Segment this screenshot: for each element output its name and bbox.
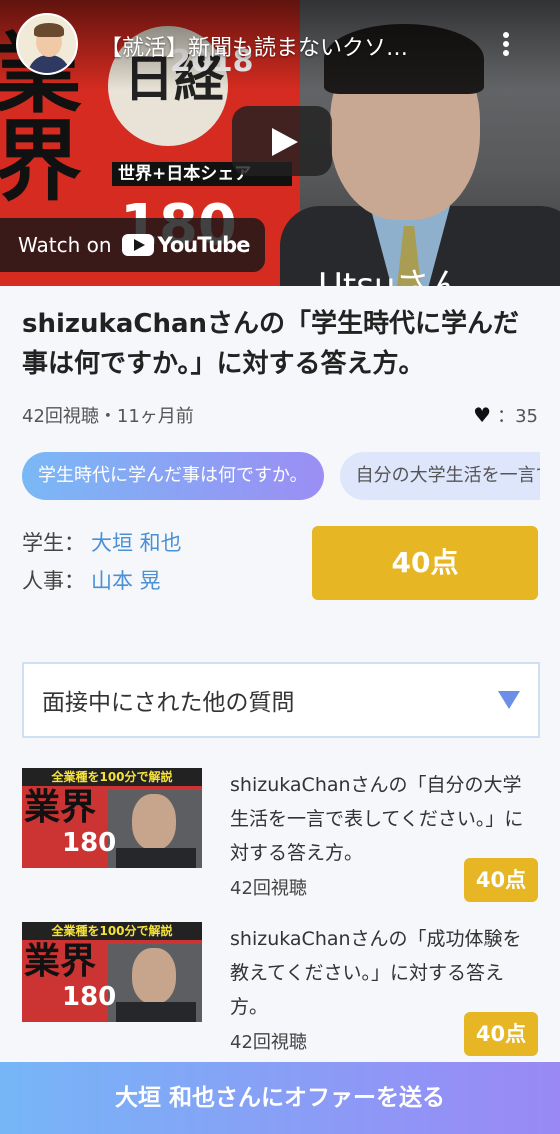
thumbnail-big-text: 業界: [24, 787, 97, 828]
channel-avatar[interactable]: [16, 13, 78, 75]
thumbnail-big-text: 業界: [24, 941, 97, 982]
list-item-score: 40点: [464, 858, 538, 902]
play-button[interactable]: [232, 106, 332, 176]
video-meta: 42回視聴・11ヶ月前 ♥ ：35: [22, 402, 538, 428]
student-row: 学生： 大垣 和也: [22, 524, 182, 562]
video-thumbnail[interactable]: 全業種を100分で解説 業界 180: [22, 768, 202, 868]
thumbnail-number: 180: [62, 982, 117, 1012]
thumbnail-number: 180: [62, 828, 117, 858]
video-player[interactable]: 業界 日経 2018 世界+日本シェア 180 Utsuさん 【就活】新聞も読ま…: [0, 0, 560, 286]
student-label: 学生：: [22, 531, 85, 555]
question-tabs: 学生時代に学んだ事は何ですか。 自分の大学生活を一言で表してください。: [22, 452, 540, 500]
list-item-title[interactable]: shizukaChanさんの「成功体験を教えてください。」に対する答え方。: [230, 922, 526, 1024]
watch-on-label: Watch on: [18, 233, 112, 257]
send-offer-button[interactable]: 大垣 和也さんにオファーを送る: [0, 1062, 560, 1134]
tab-question-1[interactable]: 学生時代に学んだ事は何ですか。: [22, 452, 324, 500]
watch-on-youtube-button[interactable]: Watch on YouTube: [0, 218, 265, 272]
chevron-down-icon[interactable]: [498, 691, 520, 709]
list-item[interactable]: 全業種を100分で解説 業界 180 shizukaChanさんの「成功体験を教…: [22, 922, 538, 1056]
list-item-title[interactable]: shizukaChanさんの「自分の大学生活を一言で表してください。」に対する答…: [230, 768, 526, 870]
participants: 学生： 大垣 和也 人事： 山本 晃: [22, 524, 182, 600]
list-item[interactable]: 全業種を100分で解説 業界 180 shizukaChanさんの「自分の大学生…: [22, 768, 538, 902]
participants-row: 学生： 大垣 和也 人事： 山本 晃 40点: [22, 524, 538, 600]
thumbnail-band-text: 全業種を100分で解説: [22, 768, 202, 786]
video-title[interactable]: 【就活】新聞も読まないクソ…: [100, 30, 472, 62]
hr-row: 人事： 山本 晃: [22, 562, 182, 600]
tab-question-2[interactable]: 自分の大学生活を一言で表してください。: [339, 452, 540, 500]
like-count-value: ：35: [497, 406, 538, 427]
youtube-wordmark: YouTube: [157, 233, 251, 257]
thumbnail-band-text: 全業種を100分で解説: [22, 922, 202, 940]
other-questions-title: 面接中にされた他の質問: [42, 690, 295, 716]
like-count[interactable]: ♥ ：35: [473, 402, 538, 428]
heart-icon[interactable]: ♥: [473, 403, 491, 427]
youtube-logo-icon: [121, 234, 154, 256]
score-badge[interactable]: 40点: [312, 526, 538, 600]
video-thumbnail[interactable]: 全業種を100分で解説 業界 180: [22, 922, 202, 1022]
video-overlay-name: Utsuさん: [318, 266, 464, 286]
list-item-score: 40点: [464, 1012, 538, 1056]
more-options-icon[interactable]: [496, 30, 516, 60]
other-questions-dropdown[interactable]: 面接中にされた他の質問: [22, 662, 540, 738]
hr-label: 人事：: [22, 569, 85, 593]
view-count-and-date: 42回視聴・11ヶ月前: [22, 406, 194, 427]
other-questions-list: 全業種を100分で解説 業界 180 shizukaChanさんの「自分の大学生…: [22, 768, 538, 1056]
page-title: shizukaChanさんの「学生時代に学んだ事は何ですか。」に対する答え方。: [22, 309, 520, 379]
hr-name-link[interactable]: 山本 晃: [91, 569, 161, 593]
student-name-link[interactable]: 大垣 和也: [91, 531, 182, 555]
